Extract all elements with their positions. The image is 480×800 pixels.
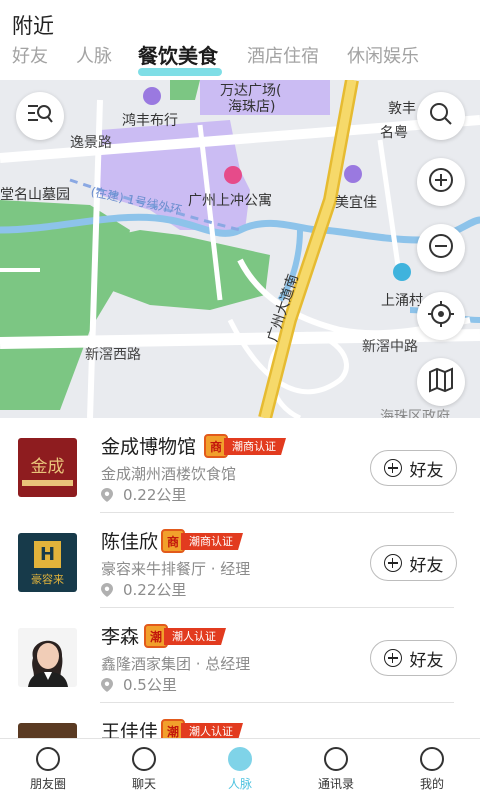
add-friend-button[interactable]: 好友: [370, 640, 457, 676]
search-map-button[interactable]: [417, 92, 465, 140]
contacts-icon: [228, 747, 252, 771]
search-icon: [428, 101, 454, 131]
avatar-logo-text: 金成: [30, 457, 65, 477]
list-item-distance: 0.5公里: [101, 674, 177, 696]
nav-profile[interactable]: 我的: [384, 747, 480, 792]
bottom-nav: 朋友圈 聊天 人脉 通讯录 我的: [0, 738, 480, 800]
map-label-mingyue: 名粤: [380, 125, 408, 141]
profile-icon: [420, 747, 444, 771]
list-item-subtitle: 鑫隆酒家集团 · 总经理: [101, 655, 251, 673]
location-pin-icon: [101, 678, 115, 696]
zoom-out-icon: [428, 233, 454, 263]
add-friend-button[interactable]: 好友: [370, 450, 457, 486]
avatar: H 豪容来: [18, 533, 77, 592]
map-view[interactable]: 万达广场( 海珠店) 鸿丰布行 逸景路 堂名山墓园 (在建) 1号线外环 广州上…: [0, 80, 480, 418]
list-item-distance: 0.22公里: [101, 579, 186, 601]
map-layers-icon: [428, 367, 454, 397]
address-book-icon: [324, 747, 348, 771]
plus-circle-icon: [383, 459, 402, 477]
badge-label: 潮人认证: [181, 723, 243, 738]
nav-label: 聊天: [131, 777, 156, 791]
page-title: 附近: [12, 14, 54, 38]
locate-icon: [427, 300, 455, 332]
nav-network[interactable]: 人脉: [192, 747, 288, 792]
map-label-xinjiao-middle: 新滘中路: [362, 339, 418, 355]
nav-label: 通讯录: [317, 777, 354, 791]
add-friend-button[interactable]: 好友: [370, 545, 457, 581]
nav-moments[interactable]: 朋友圈: [0, 747, 96, 792]
tab-dining[interactable]: 餐饮美食: [138, 40, 218, 69]
map-layers-button[interactable]: [417, 358, 465, 406]
list-item-subtitle: 金成潮州酒楼饮食馆: [101, 465, 237, 483]
zoom-out-button[interactable]: [417, 224, 465, 272]
add-friend-label: 好友: [409, 650, 444, 671]
add-friend-label: 好友: [409, 460, 444, 481]
distance-text: 0.22公里: [123, 581, 187, 599]
tab-hotels[interactable]: 酒店住宿: [247, 42, 319, 68]
nav-label: 朋友圈: [29, 777, 66, 791]
map-label-cemetery: 堂名山墓园: [0, 187, 70, 203]
list-item-name: 李森: [101, 626, 140, 648]
add-friend-label: 好友: [409, 555, 444, 576]
list-item-name: 金成博物馆: [101, 436, 197, 458]
list-item[interactable]: H 豪容来 陈佳欣 商 潮商认证 豪容来牛排餐厅 · 经理 0.22公里 好友: [0, 513, 480, 608]
nav-chat[interactable]: 聊天: [96, 747, 192, 792]
badge-label: 潮人认证: [164, 628, 226, 645]
avatar: 金成: [18, 438, 77, 497]
map-canvas: [0, 80, 480, 418]
map-label-yijing-road: 逸景路: [70, 135, 112, 151]
avatar-logo-text: 豪容来: [31, 573, 64, 586]
list-item[interactable]: 李森 潮 潮人认证 鑫隆酒家集团 · 总经理 0.5公里 好友: [0, 608, 480, 703]
list-item-subtitle: 豪容来牛排餐厅 · 经理: [101, 560, 251, 578]
map-label-district: 海珠区政府: [380, 409, 450, 418]
zoom-in-button[interactable]: [417, 158, 465, 206]
map-label-wanda-2: 海珠店): [228, 99, 276, 115]
map-label-meiyijia: 美宜佳: [335, 195, 377, 211]
avatar: [18, 723, 77, 738]
header: 附近 好友 人脉 餐饮美食 酒店住宿 休闲娱乐: [0, 0, 480, 82]
list-item-name: 王佳佳: [101, 721, 159, 738]
person-photo: [18, 628, 77, 687]
map-label-apartment: 广州上冲公寓: [188, 193, 272, 209]
map-label-shangyong: 上涌村: [381, 293, 423, 309]
distance-text: 0.22公里: [123, 486, 187, 504]
badge-label: 潮商认证: [181, 533, 243, 550]
tab-friends[interactable]: 好友: [12, 42, 48, 68]
locate-button[interactable]: [417, 292, 465, 340]
chat-icon: [132, 747, 156, 771]
nav-address-book[interactable]: 通讯录: [288, 747, 384, 792]
nearby-list: 金成 金成博物馆 商 潮商认证 金成潮州酒楼饮食馆 0.22公里 好友 H 豪容…: [0, 418, 480, 738]
map-label-hongfeng: 鸿丰布行: [122, 113, 178, 129]
list-search-button[interactable]: [16, 92, 64, 140]
list-item[interactable]: 金成 金成博物馆 商 潮商认证 金成潮州酒楼饮食馆 0.22公里 好友: [0, 418, 480, 513]
active-tab-indicator: [138, 68, 222, 76]
nav-label: 我的: [419, 777, 444, 791]
map-label-xinjiao-west: 新滘西路: [85, 347, 141, 363]
list-item[interactable]: 王佳佳 潮 潮人认证: [0, 703, 480, 738]
list-item-name: 陈佳欣: [101, 531, 159, 553]
list-search-icon: [26, 102, 54, 130]
location-pin-icon: [101, 488, 115, 506]
list-item-distance: 0.22公里: [101, 484, 186, 506]
plus-circle-icon: [383, 649, 402, 667]
tab-leisure[interactable]: 休闲娱乐: [347, 42, 419, 68]
badge-label: 潮商认证: [224, 438, 286, 455]
category-tabs: 好友 人脉 餐饮美食 酒店住宿 休闲娱乐: [0, 42, 480, 78]
nav-label: 人脉: [227, 777, 252, 791]
tab-network[interactable]: 人脉: [76, 42, 112, 68]
camera-icon: [36, 747, 60, 771]
plus-circle-icon: [383, 554, 402, 572]
distance-text: 0.5公里: [123, 676, 177, 694]
map-label-dunhe: 敦丰: [388, 101, 416, 117]
location-pin-icon: [101, 583, 115, 601]
zoom-in-icon: [428, 167, 454, 197]
avatar: [18, 628, 77, 687]
